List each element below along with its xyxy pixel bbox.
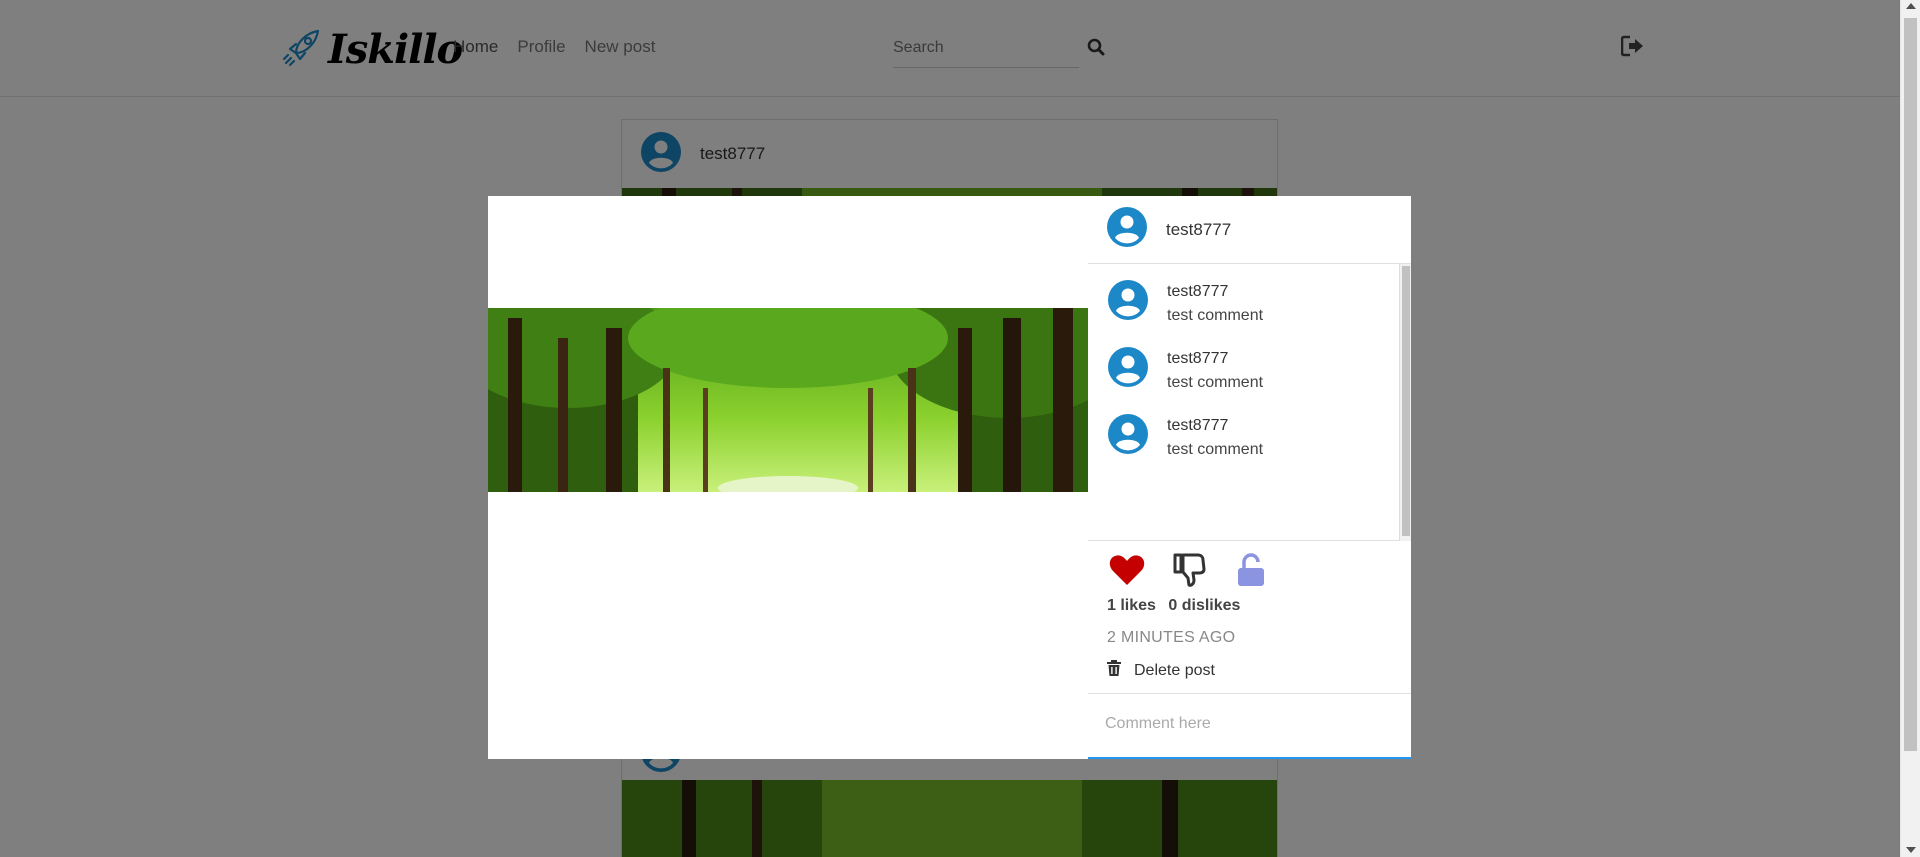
user-avatar-icon[interactable] <box>1107 207 1147 252</box>
trash-icon <box>1107 660 1121 681</box>
comment-text: test comment <box>1167 374 1264 391</box>
scroll-down-arrow-icon[interactable] <box>1906 847 1916 853</box>
unlock-icon[interactable] <box>1231 550 1271 590</box>
comments-scrollbar[interactable] <box>1399 264 1411 541</box>
comment-item: test8777 test comment <box>1108 347 1263 395</box>
reaction-counts: 1 likes 0 dislikes <box>1107 597 1248 615</box>
comment-text: test comment <box>1167 441 1264 458</box>
delete-post-button[interactable]: Delete post <box>1107 660 1215 681</box>
comments-list[interactable]: test8777 test comment test8777 test comm… <box>1088 264 1411 541</box>
comment-username[interactable]: test8777 <box>1167 347 1263 371</box>
delete-post-label: Delete post <box>1134 661 1215 679</box>
user-avatar-icon[interactable] <box>1108 414 1148 454</box>
scrollbar-thumb[interactable] <box>1904 18 1917 751</box>
thumbs-down-icon[interactable] <box>1169 550 1209 590</box>
comment-text: test comment <box>1167 307 1264 324</box>
likes-count[interactable]: 1 likes <box>1107 597 1156 614</box>
comment-username[interactable]: test8777 <box>1167 280 1263 304</box>
post-timestamp: 2 MINUTES AGO <box>1107 629 1236 646</box>
post-author-header: test8777 <box>1088 196 1411 264</box>
page-scrollbar[interactable] <box>1900 0 1920 857</box>
comment-item: test8777 test comment <box>1108 280 1263 328</box>
post-detail-sidebar: test8777 test8777 test comment test8777 … <box>1088 196 1411 759</box>
comment-input-wrap <box>1088 693 1411 759</box>
post-author-username[interactable]: test8777 <box>1166 220 1231 240</box>
post-actions <box>1107 550 1293 590</box>
post-image <box>458 278 1128 500</box>
user-avatar-icon[interactable] <box>1108 280 1148 320</box>
comment-item: test8777 test comment <box>1108 414 1263 462</box>
heart-icon[interactable] <box>1107 550 1147 590</box>
dislikes-count[interactable]: 0 dislikes <box>1168 597 1240 614</box>
comments-scrollbar-thumb[interactable] <box>1402 266 1410 536</box>
comment-input[interactable] <box>1088 694 1388 754</box>
scroll-up-arrow-icon[interactable] <box>1906 3 1916 9</box>
user-avatar-icon[interactable] <box>1108 347 1148 387</box>
comment-username[interactable]: test8777 <box>1167 414 1263 438</box>
post-detail-modal: test8777 test8777 test comment test8777 … <box>458 196 1411 759</box>
